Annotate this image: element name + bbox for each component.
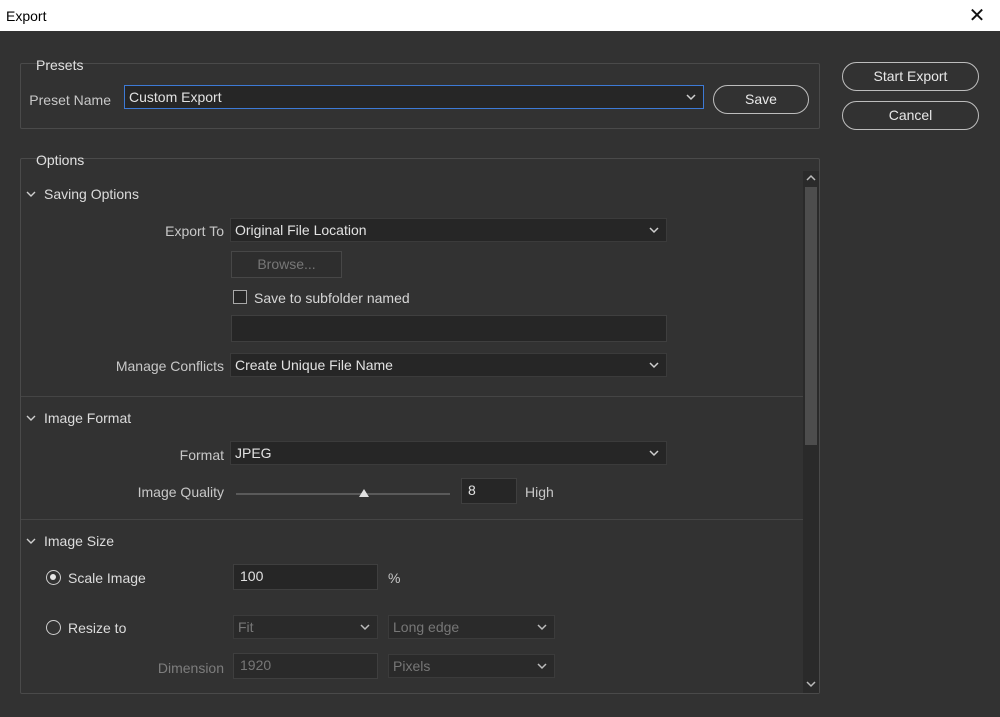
image-quality-input[interactable]: 8 [461, 478, 517, 504]
section-divider [21, 519, 803, 520]
dimension-input[interactable]: 1920 [233, 653, 378, 679]
dimension-label: Dimension [157, 660, 224, 676]
resize-to-label: Resize to [68, 620, 127, 636]
chevron-down-icon [359, 621, 371, 633]
dialog-body: Presets Preset Name Custom Export Save S… [0, 31, 1000, 717]
cancel-button[interactable]: Cancel [842, 101, 979, 130]
chevron-down-icon [648, 359, 660, 371]
section-divider [21, 396, 803, 397]
image-format-title: Image Format [44, 410, 132, 426]
subfolder-name-input[interactable] [231, 315, 667, 342]
format-label: Format [179, 447, 224, 463]
scale-percent-input[interactable]: 100 [233, 564, 378, 590]
window-title: Export [6, 8, 47, 24]
export-to-value: Original File Location [235, 222, 367, 238]
manage-conflicts-value: Create Unique File Name [235, 357, 393, 373]
image-size-title: Image Size [44, 533, 115, 549]
image-format-header[interactable]: Image Format [26, 410, 131, 426]
saving-options-title: Saving Options [44, 186, 139, 202]
chevron-down-icon [685, 91, 697, 103]
image-quality-slider[interactable] [236, 493, 450, 495]
presets-title: Presets [36, 57, 84, 73]
fit-value: Fit [238, 619, 254, 635]
save-preset-button[interactable]: Save [713, 85, 809, 114]
options-title: Options [36, 152, 85, 168]
export-to-label: Export To [165, 223, 224, 239]
format-value: JPEG [235, 445, 272, 461]
image-size-header[interactable]: Image Size [26, 533, 114, 549]
edge-value: Long edge [393, 619, 460, 635]
format-dropdown[interactable]: JPEG [230, 441, 667, 465]
scroll-down-icon[interactable] [804, 677, 818, 691]
chevron-down-icon [26, 186, 38, 202]
manage-conflicts-dropdown[interactable]: Create Unique File Name [230, 353, 667, 377]
image-quality-label: Image Quality [137, 484, 224, 500]
chevron-down-icon [26, 410, 38, 426]
scale-image-label: Scale Image [68, 570, 146, 586]
scroll-up-icon[interactable] [804, 171, 818, 185]
subfolder-label: Save to subfolder named [254, 290, 410, 306]
edge-dropdown[interactable]: Long edge [388, 615, 555, 639]
chevron-down-icon [26, 533, 38, 549]
start-export-button[interactable]: Start Export [842, 62, 979, 91]
slider-thumb[interactable] [359, 489, 370, 497]
subfolder-checkbox[interactable] [233, 290, 247, 304]
export-to-dropdown[interactable]: Original File Location [230, 218, 667, 242]
fit-dropdown[interactable]: Fit [233, 615, 378, 639]
manage-conflicts-label: Manage Conflicts [115, 358, 224, 374]
preset-name-dropdown[interactable]: Custom Export [124, 85, 704, 109]
scale-image-radio[interactable] [46, 570, 61, 585]
chevron-down-icon [536, 621, 548, 633]
preset-name-label: Preset Name [29, 92, 111, 108]
close-icon[interactable]: ✕ [954, 0, 1000, 31]
resize-to-radio[interactable] [46, 620, 61, 635]
preset-name-value: Custom Export [129, 89, 222, 105]
quality-level-text: High [525, 484, 554, 500]
browse-button[interactable]: Browse... [231, 251, 342, 278]
units-dropdown[interactable]: Pixels [388, 654, 555, 678]
scroll-thumb[interactable] [805, 187, 817, 445]
window-titlebar: Export ✕ [0, 0, 1000, 31]
chevron-down-icon [648, 447, 660, 459]
scale-unit: % [388, 570, 401, 586]
chevron-down-icon [536, 660, 548, 672]
chevron-down-icon [648, 224, 660, 236]
saving-options-header[interactable]: Saving Options [26, 186, 139, 202]
units-value: Pixels [393, 658, 431, 674]
